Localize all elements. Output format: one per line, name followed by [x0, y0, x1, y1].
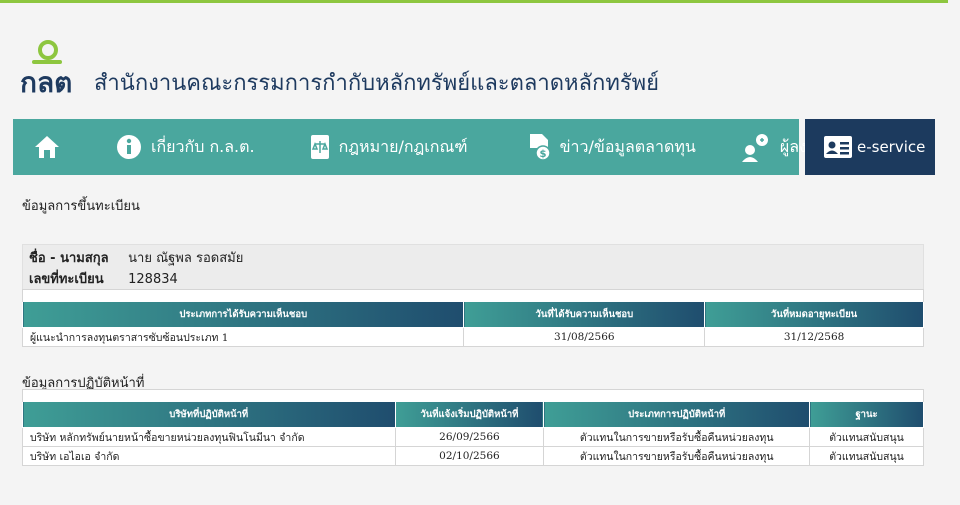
status-cell: ตัวแทนสนับสนุน [809, 427, 924, 447]
col-company: บริษัทที่ปฏิบัติหน้าที่ [22, 401, 396, 428]
approval-table-header: ประเภทการได้รับความเห็นชอบ วันที่ได้รับค… [21, 301, 924, 328]
start-date-cell: 02/10/2566 [394, 446, 545, 466]
approval-type-cell: ผู้แนะนำการลงทุนตราสารซับซ้อนประเภท 1 [21, 327, 465, 347]
approval-date-cell: 31/08/2566 [463, 327, 706, 347]
status-cell: ตัวแทนสนับสนุน [809, 446, 924, 466]
org-name: สำนักงานคณะกรรมการกำกับหลักทรัพย์และตลาด… [94, 70, 660, 96]
id-card-icon [824, 136, 852, 158]
name-row: ชื่อ - นามสกุล นาย ณัฐพล รอดสมัย [29, 248, 917, 269]
company-cell: บริษัท หลักทรัพย์นายหน้าซื้อขายหน่วยลงทุ… [22, 427, 396, 447]
nav-home[interactable] [13, 119, 91, 175]
home-icon [35, 136, 59, 158]
nav-news[interactable]: $ ข่าว/ข้อมูลตลาดทุน [496, 119, 724, 175]
approval-table: ประเภทการได้รับความเห็นชอบ วันที่ได้รับค… [21, 289, 924, 347]
info-icon [117, 135, 141, 159]
nav-news-label: ข่าว/ข้อมูลตลาดทุน [559, 136, 696, 156]
col-expiry-date: วันที่หมดอายุทะเบียน [704, 301, 924, 328]
reg-no-value: 128834 [128, 272, 178, 287]
svg-text:$: $ [539, 149, 546, 160]
registrant-info: ชื่อ - นามสกุล นาย ณัฐพล รอดสมัย เลขที่ท… [22, 244, 924, 294]
law-book-icon [310, 135, 329, 159]
col-status: ฐานะ [809, 401, 924, 428]
table-row: ผู้แนะนำการลงทุนตราสารซับซ้อนประเภท 1 31… [21, 327, 924, 347]
duty-type-cell: ตัวแทนในการขายหรือรับซื้อคืนหน่วยลงทุน [543, 427, 811, 447]
duty-table-header: บริษัทที่ปฏิบัติหน้าที่ วันที่แจ้งเริ่มป… [22, 401, 924, 428]
svg-text:กลต: กลต [20, 66, 72, 96]
nav-eservice-label: e-service [857, 138, 926, 156]
col-duty-type: ประเภทการปฏิบัติหน้าที่ [543, 401, 811, 428]
col-start-date: วันที่แจ้งเริ่มปฏิบัติหน้าที่ [394, 401, 545, 428]
reg-no-label: เลขที่ทะเบียน [29, 272, 104, 287]
expiry-date-cell: 31/12/2568 [704, 327, 924, 347]
nav-law[interactable]: กฎหมาย/กฎเกณฑ์ [277, 119, 496, 175]
reg-no-row: เลขที่ทะเบียน 128834 [29, 269, 917, 290]
nav-about[interactable]: เกี่ยวกับ ก.ล.ต. [91, 119, 277, 175]
logo-mark-icon: กลต [20, 40, 72, 96]
col-approval-date: วันที่ได้รับความเห็นชอบ [463, 301, 706, 328]
news-money-icon: $ [529, 134, 551, 161]
table-row: บริษัท เอไอเอ จำกัด 02/10/2566 ตัวแทนในก… [22, 446, 924, 466]
site-header: กลต สำนักงานคณะกรรมการกำกับหลักทรัพย์และ… [20, 40, 659, 96]
col-approval-type: ประเภทการได้รับความเห็นชอบ [21, 301, 465, 328]
duty-type-cell: ตัวแทนในการขายหรือรับซื้อคืนหน่วยลงทุน [543, 446, 811, 466]
nav-law-label: กฎหมาย/กฎเกณฑ์ [338, 136, 468, 156]
registration-title: ข้อมูลการขึ้นทะเบียน [22, 199, 140, 214]
nav-about-label: เกี่ยวกับ ก.ล.ต. [151, 136, 255, 156]
start-date-cell: 26/09/2566 [394, 427, 545, 447]
table-row: บริษัท หลักทรัพย์นายหน้าซื้อขายหน่วยลงทุ… [22, 427, 924, 447]
investor-icon [741, 134, 768, 162]
main-nav: เกี่ยวกับ ก.ล.ต. กฎหมาย/กฎเกณฑ์ $ ข่าว/ข… [13, 119, 828, 175]
duty-table: บริษัทที่ปฏิบัติหน้าที่ วันที่แจ้งเริ่มป… [22, 389, 924, 466]
sec-logo[interactable]: กลต [20, 40, 80, 96]
name-label: ชื่อ - นามสกุล [29, 251, 109, 266]
company-cell: บริษัท เอไอเอ จำกัด [22, 446, 396, 466]
nav-eservice[interactable]: e-service [805, 119, 935, 175]
name-value: นาย ณัฐพล รอดสมัย [128, 251, 244, 266]
top-accent-line [0, 0, 948, 3]
